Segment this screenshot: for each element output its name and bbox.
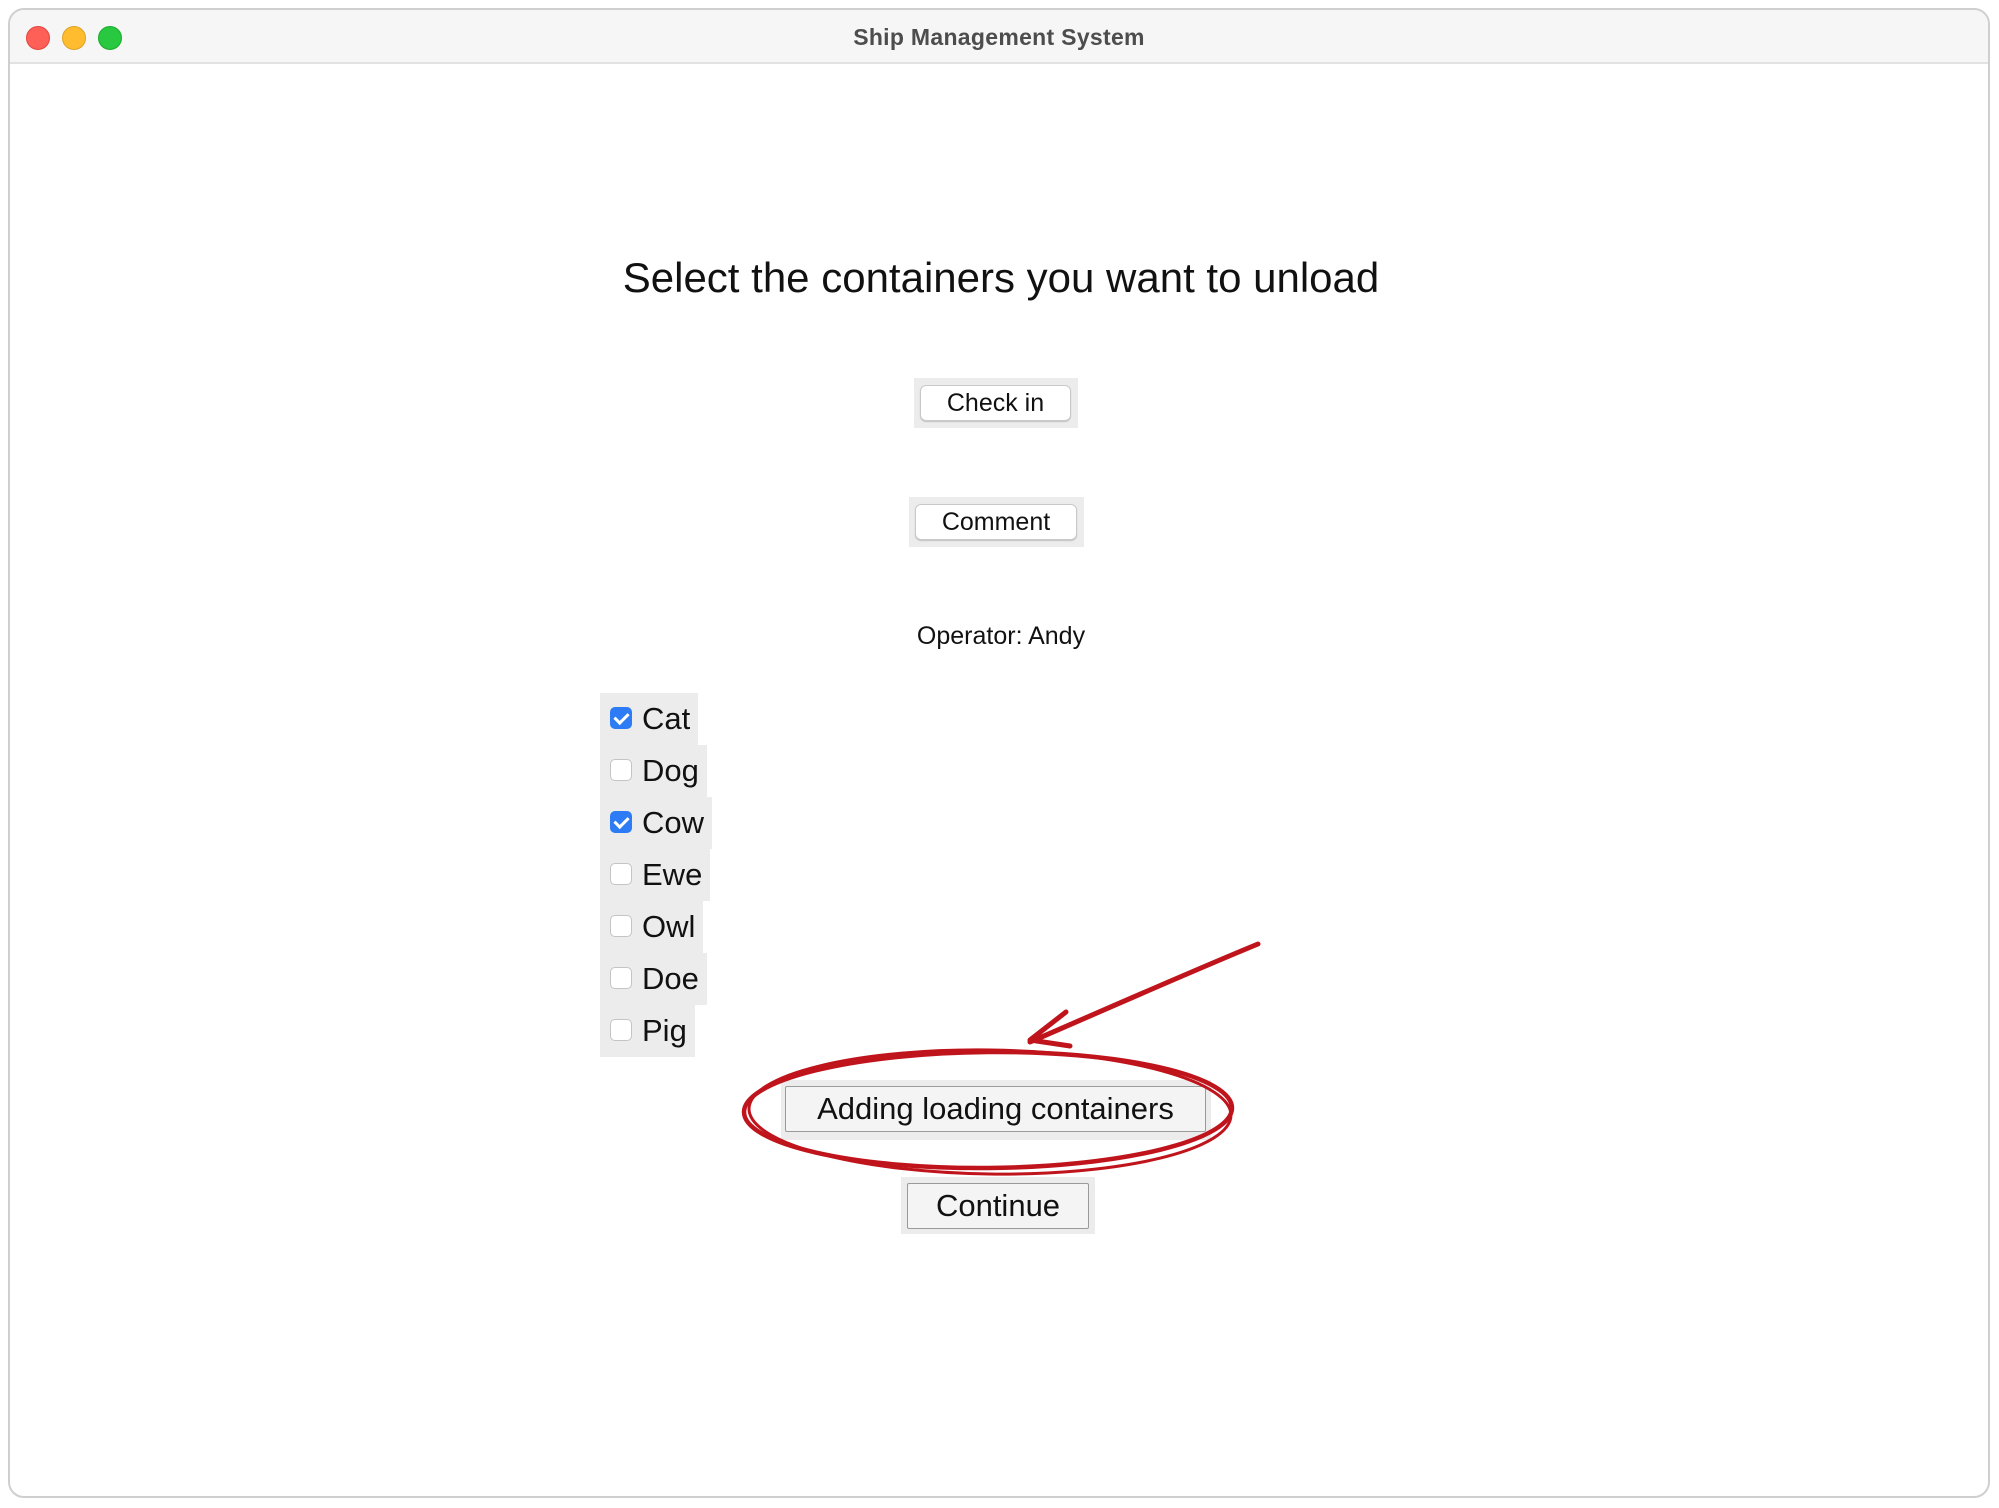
container-checkbox[interactable] xyxy=(610,707,632,729)
container-checkbox[interactable] xyxy=(610,915,632,937)
container-option[interactable]: Cat xyxy=(600,693,699,745)
container-option[interactable]: Owl xyxy=(600,901,704,953)
page-heading: Select the containers you want to unload xyxy=(622,254,1380,301)
add-loading-containers-button[interactable]: Adding loading containers xyxy=(785,1086,1206,1132)
container-label: Dog xyxy=(642,753,699,788)
container-checkbox[interactable] xyxy=(610,863,632,885)
container-checkbox[interactable] xyxy=(610,811,632,833)
container-row[interactable]: Cow xyxy=(600,797,713,849)
container-label: Doe xyxy=(642,961,699,996)
check-in-button[interactable]: Check in xyxy=(920,385,1071,421)
container-row[interactable]: Cat xyxy=(600,693,712,745)
container-checkbox[interactable] xyxy=(610,1019,632,1041)
operator-label: Operator: Andy xyxy=(916,622,1086,650)
window-title: Ship Management System xyxy=(853,24,1145,50)
container-option[interactable]: Doe xyxy=(600,953,707,1005)
container-checkbox[interactable] xyxy=(610,759,632,781)
container-option[interactable]: Pig xyxy=(600,1005,695,1057)
add-loading-button-frame: Adding loading containers xyxy=(781,1080,1211,1140)
container-option[interactable]: Cow xyxy=(600,797,713,849)
container-option[interactable]: Dog xyxy=(600,745,707,797)
container-label: Ewe xyxy=(642,857,703,892)
container-label: Pig xyxy=(642,1013,687,1048)
container-label: Owl xyxy=(642,909,696,944)
app-window: Ship Management System Select the contai… xyxy=(8,8,1990,1498)
comment-button-frame: Comment xyxy=(909,497,1084,547)
continue-button-frame: Continue xyxy=(901,1177,1095,1234)
container-label: Cow xyxy=(642,805,705,840)
container-row[interactable]: Ewe xyxy=(600,849,712,901)
title-bar[interactable]: Ship Management System xyxy=(10,10,1988,64)
check-in-button-frame: Check in xyxy=(914,378,1078,428)
screen: Ship Management System Select the contai… xyxy=(0,0,1999,1508)
continue-button[interactable]: Continue xyxy=(907,1183,1089,1229)
container-row[interactable]: Pig xyxy=(600,1005,712,1057)
container-row[interactable]: Doe xyxy=(600,953,712,1005)
container-checklist: Cat Dog Cow Ewe Owl Doe Pig xyxy=(600,693,713,1057)
container-option[interactable]: Ewe xyxy=(600,849,711,901)
comment-button[interactable]: Comment xyxy=(915,504,1077,540)
container-checkbox[interactable] xyxy=(610,967,632,989)
container-row[interactable]: Dog xyxy=(600,745,712,797)
container-row[interactable]: Owl xyxy=(600,901,712,953)
container-label: Cat xyxy=(642,701,691,736)
